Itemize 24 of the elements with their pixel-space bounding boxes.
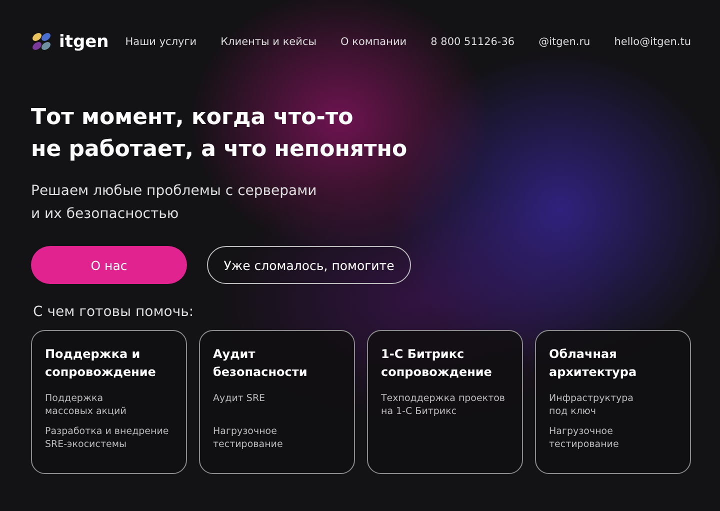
nav-link[interactable]: О компании — [340, 36, 407, 48]
nav-link[interactable]: hello@itgen.tu — [614, 36, 691, 48]
card-item: Поддержка массовых акций — [45, 392, 128, 418]
nav-link[interactable]: 8 800 51126-36 — [430, 36, 515, 48]
card-title: Облачная архитектура — [549, 346, 638, 381]
help-button[interactable]: Уже сломалось, помогите — [207, 246, 411, 284]
nav-link[interactable]: @itgen.ru — [538, 36, 590, 48]
logo-icon — [31, 31, 53, 53]
card-item: Аудит SRE — [213, 392, 266, 406]
logo-text: itgen — [59, 32, 109, 52]
card-title: 1-С Битрикс сопровождение — [381, 346, 493, 381]
card-item: Нагрузочное тестирование — [549, 425, 620, 451]
hero-subtitle: Решаем любые проблемы с серверами и их безопасностью — [31, 182, 318, 224]
section-title: С чем готовы помочь: — [33, 304, 195, 320]
card-item: Техподдержка проектов на 1-С Битрикс — [381, 392, 506, 418]
about-button[interactable]: О нас — [31, 246, 187, 284]
card-item: Разработка и внедрение SRE-экосистемы — [45, 425, 170, 451]
card-item: Инфраструктура под ключ — [549, 392, 634, 418]
card-title: Аудит безопасности — [213, 346, 308, 381]
nav-link[interactable]: Наши услуги — [125, 36, 197, 48]
hero-title: Тот момент, когда что-то не работает, а что непонятно — [31, 104, 408, 164]
card-title: Поддержка и сопровождение — [45, 346, 157, 381]
card-item: Нагрузочное тестирование — [213, 425, 284, 451]
nav-link[interactable]: Клиенты и кейсы — [220, 36, 317, 48]
